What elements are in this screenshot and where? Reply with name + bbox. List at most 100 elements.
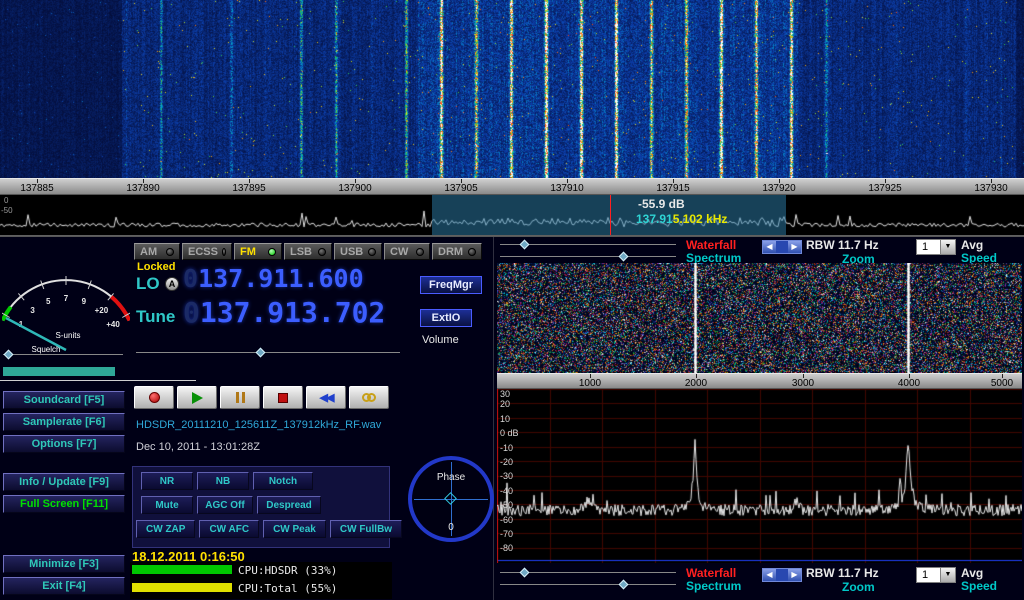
s-meter[interactable]: 1 3 5 7 9 +20 +40 S-units Squelch (2, 240, 130, 358)
zoom-left-arrow[interactable]: ◀ (763, 241, 776, 253)
freq-scale-label: 137925 (855, 179, 915, 194)
stop-icon (278, 393, 288, 403)
mode-button-ecss[interactable]: ECSS (182, 243, 232, 260)
main-frequency-scale[interactable]: 137885 137890 137895 137900 137905 13791… (0, 178, 1024, 195)
samplerate-button[interactable]: Samplerate [F6] (3, 413, 125, 431)
strip-axis-0: 0 (4, 196, 8, 205)
freq-scale-label: 137920 (749, 179, 809, 194)
s-units-label: S-units (56, 331, 81, 340)
zoom-right-arrow[interactable]: ▶ (788, 241, 801, 253)
slider-thumb[interactable] (618, 252, 628, 262)
mode-led-icon (268, 248, 276, 256)
phase-value: 0 (412, 522, 490, 533)
extio-button[interactable]: ExtIO (420, 309, 472, 327)
passband-region[interactable] (432, 195, 786, 235)
stop-button[interactable] (263, 386, 303, 409)
cpu-hdsdr-bar (132, 565, 232, 574)
cw-fullbw-button[interactable]: CW FullBw (330, 520, 402, 538)
slider-thumb[interactable] (520, 240, 530, 250)
mode-button-fm[interactable]: FM (234, 243, 282, 260)
mode-button-cw[interactable]: CW (384, 243, 430, 260)
cpu-total-text: CPU:Total (55%) (238, 582, 337, 595)
avg-label-bottom: Avg (961, 566, 983, 580)
freq-scale-label: 5000 (972, 374, 1022, 389)
squelch-slider[interactable] (3, 350, 123, 359)
mode-led-icon (468, 248, 476, 256)
zoom-right-arrow[interactable]: ▶ (788, 569, 801, 581)
db-axis-label: -70 (500, 529, 513, 539)
phase-display: Phase 0 (408, 456, 494, 542)
cw-zap-button[interactable]: CW ZAP (136, 520, 195, 538)
spectrum-plot[interactable]: 30 20 10 0 dB -10 -20 -30 -40 -50 -60 -7… (497, 389, 1022, 563)
mode-button-am[interactable]: AM (134, 243, 180, 260)
slider-thumb[interactable] (520, 568, 530, 578)
nr-button[interactable]: NR (141, 472, 193, 490)
rewind-button[interactable]: ◀◀ (306, 386, 346, 409)
waterfall-label-top: Waterfall (686, 238, 736, 252)
soundcard-button[interactable]: Soundcard [F5] (3, 391, 125, 409)
wav-filename: HDSDR_20111210_125611Z_137912kHz_RF.wav (136, 419, 381, 431)
speed-select-value: 1 (917, 568, 940, 582)
mini-spectrum-strip[interactable]: 0 -50 -55.9 dB 137.915.102 kHz (0, 195, 1024, 236)
freqmgr-button[interactable]: FreqMgr (420, 276, 482, 294)
cw-afc-button[interactable]: CW AFC (199, 520, 259, 538)
loop-button[interactable] (349, 386, 389, 409)
speed-select-top[interactable]: 1 ▼ (916, 239, 956, 255)
record-icon (149, 392, 160, 403)
options-button[interactable]: Options [F7] (3, 435, 125, 453)
secondary-frequency-scale[interactable]: 1000 2000 3000 4000 5000 (497, 373, 1022, 389)
zoom-label-bottom: Zoom (842, 580, 875, 594)
info-update-button[interactable]: Info / Update [F9] (3, 473, 125, 491)
volume-label: Volume (422, 334, 459, 346)
slider-thumb[interactable] (618, 580, 628, 590)
mode-button-usb[interactable]: USB (334, 243, 382, 260)
slider-track (500, 256, 676, 257)
slider-track (3, 354, 123, 355)
despread-button[interactable]: Despread (257, 496, 321, 514)
fullscreen-button[interactable]: Full Screen [F11] (3, 495, 125, 513)
volume-slider[interactable] (136, 348, 400, 357)
mode-button-lsb[interactable]: LSB (284, 243, 332, 260)
meter-tick-label: 7 (64, 294, 69, 303)
mode-button-row: AM ECSS FM LSB USB CW DRM (134, 243, 482, 260)
mode-button-drm[interactable]: DRM (432, 243, 482, 260)
main-waterfall-canvas[interactable] (0, 0, 1024, 178)
zoom-scroll-control-top[interactable]: ◀ ▶ (762, 240, 802, 254)
lo-frequency-display[interactable]: 0137.911.600 (183, 266, 364, 291)
record-button[interactable] (134, 386, 174, 409)
lo-label: LO (136, 274, 160, 294)
freq-scale-label: 137890 (113, 179, 173, 194)
spectrum-plot-canvas[interactable] (497, 389, 1022, 563)
secondary-waterfall-canvas[interactable] (497, 263, 1022, 373)
minimize-button[interactable]: Minimize [F3] (3, 555, 125, 573)
freq-readout-main: 137.91 (636, 212, 673, 226)
cw-peak-button[interactable]: CW Peak (263, 520, 326, 538)
nb-button[interactable]: NB (197, 472, 249, 490)
mode-led-icon (166, 248, 174, 256)
mode-led-icon (416, 248, 424, 256)
slider-thumb[interactable] (4, 350, 14, 360)
meter-tick-label: 3 (30, 306, 35, 315)
spectrum-slider-bottom[interactable] (500, 580, 676, 589)
slider-thumb[interactable] (256, 348, 266, 358)
notch-button[interactable]: Notch (253, 472, 313, 490)
level-bar (3, 367, 115, 376)
lo-lock-badge[interactable]: A (165, 277, 179, 291)
waterfall-slider-bottom[interactable] (500, 568, 676, 577)
chevron-down-icon[interactable]: ▼ (940, 568, 955, 582)
mute-button[interactable]: Mute (141, 496, 193, 514)
waterfall-slider-top[interactable] (500, 240, 676, 249)
freq-scale-label: 137895 (219, 179, 279, 194)
zoom-scroll-control-bottom[interactable]: ◀ ▶ (762, 568, 802, 582)
chevron-down-icon[interactable]: ▼ (940, 240, 955, 254)
tune-frequency-display[interactable]: 0137.913.702 (183, 299, 385, 327)
freq-readout-sub: 5.102 kHz (673, 212, 728, 226)
speed-select-bottom[interactable]: 1 ▼ (916, 567, 956, 583)
strip-axis-50: -50 (1, 206, 13, 215)
agc-off-button[interactable]: AGC Off (197, 496, 253, 514)
play-button[interactable] (177, 386, 217, 409)
spectrum-slider-top[interactable] (500, 252, 676, 261)
pause-button[interactable] (220, 386, 260, 409)
zoom-left-arrow[interactable]: ◀ (763, 569, 776, 581)
exit-button[interactable]: Exit [F4] (3, 577, 125, 595)
